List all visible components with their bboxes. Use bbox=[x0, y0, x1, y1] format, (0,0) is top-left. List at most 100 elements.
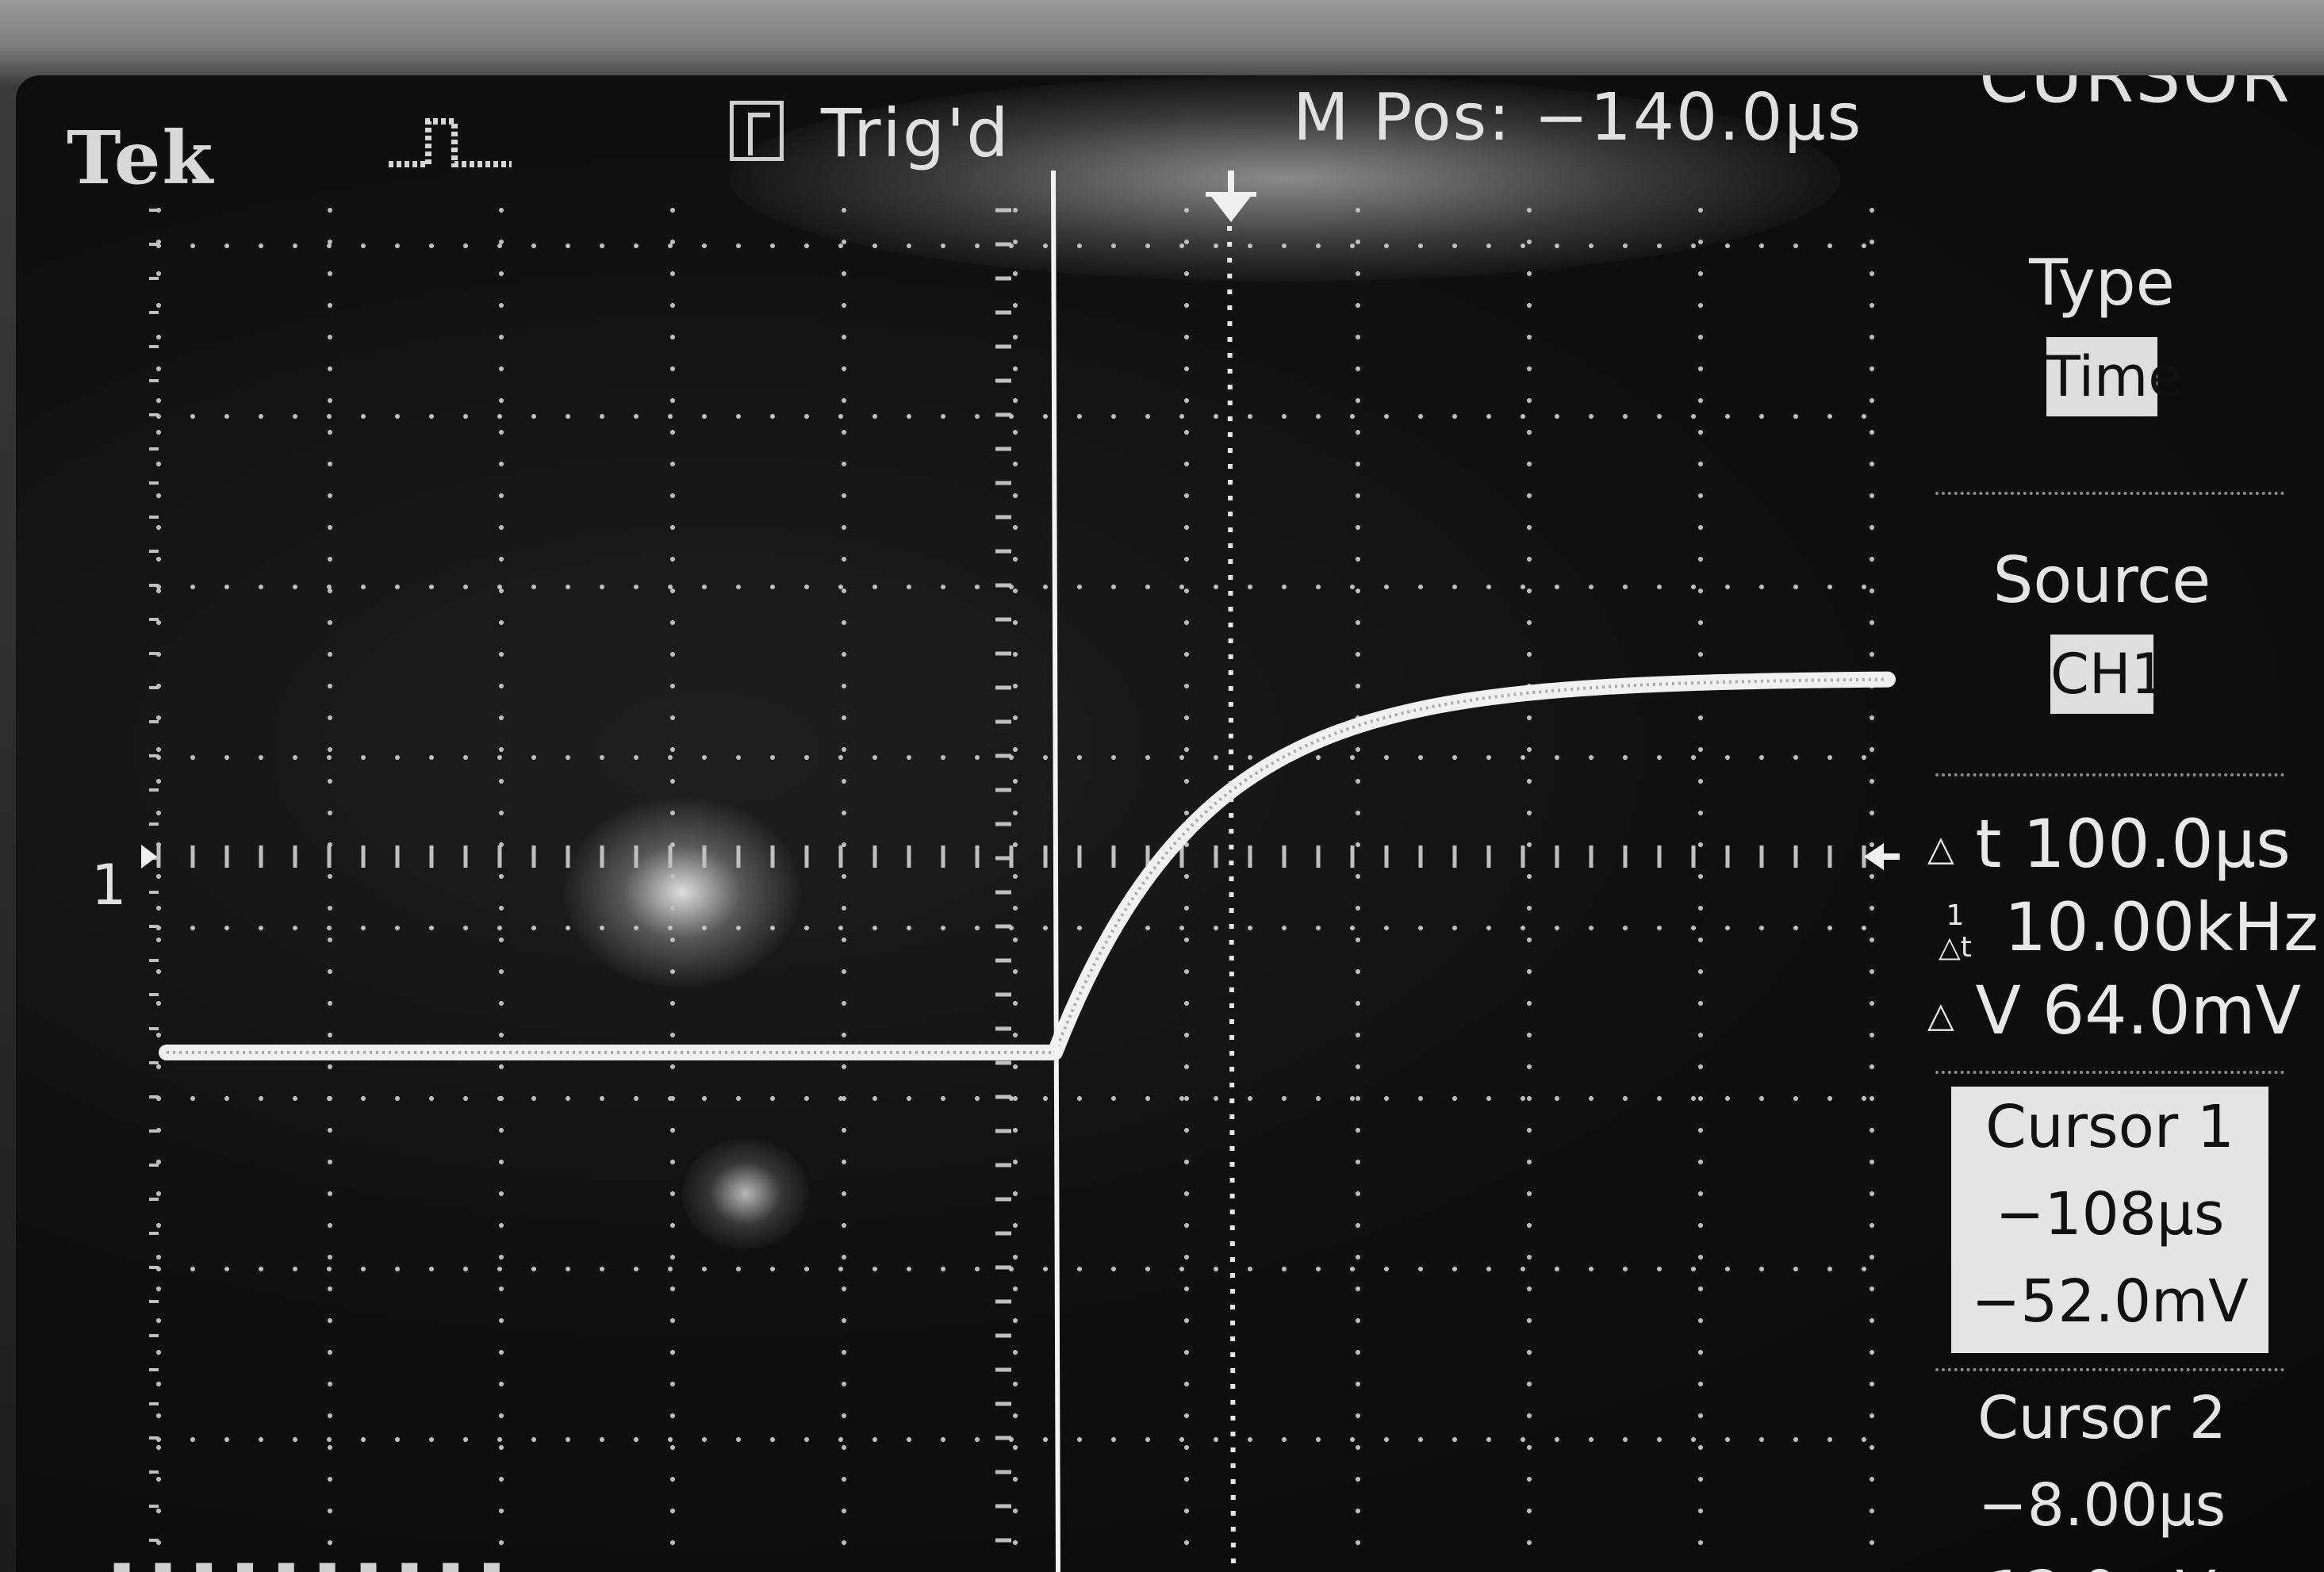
graticule-dot bbox=[842, 1477, 846, 1482]
graticule-dot bbox=[566, 926, 570, 930]
source-value-button[interactable]: CH1 bbox=[2050, 635, 2166, 714]
graticule-dot bbox=[1013, 208, 1018, 213]
graticule-dot bbox=[842, 937, 846, 942]
graticule-dot bbox=[1356, 335, 1360, 339]
graticule-dot bbox=[842, 1160, 846, 1164]
graticule-dot bbox=[600, 414, 604, 419]
graticule-dot bbox=[1184, 747, 1189, 752]
graticule-dot bbox=[770, 585, 775, 589]
graticule-dot bbox=[259, 1096, 263, 1101]
graticule-dot bbox=[1486, 1096, 1491, 1101]
graticule-dot bbox=[1013, 303, 1018, 308]
graticule-dot bbox=[1013, 1064, 1018, 1069]
graticule-dot bbox=[702, 243, 707, 248]
graticule-dot bbox=[156, 1064, 161, 1069]
graticule-dot bbox=[1870, 1509, 1874, 1513]
graticule-dot bbox=[670, 240, 675, 244]
graticule-dot bbox=[670, 366, 675, 371]
graticule-dot bbox=[842, 430, 846, 435]
cursor-2-label[interactable]: Cursor 2 bbox=[1904, 1384, 2300, 1452]
graticule-dot bbox=[1356, 1445, 1360, 1450]
graticule-dot bbox=[1350, 1096, 1355, 1101]
channel1-ground-marker-icon bbox=[141, 845, 157, 868]
graticule-dot bbox=[1282, 926, 1287, 930]
graticule-dot bbox=[156, 430, 161, 435]
graticule-dot bbox=[499, 1128, 504, 1133]
graticule-dot bbox=[1356, 1128, 1360, 1133]
graticule-dot bbox=[224, 243, 229, 248]
graticule-dot bbox=[1827, 1267, 1832, 1271]
graticule-dot bbox=[328, 303, 332, 308]
type-value-button[interactable]: Time bbox=[2046, 337, 2182, 416]
graticule-dot bbox=[842, 1128, 846, 1133]
graticule-dot bbox=[842, 1540, 846, 1545]
graticule-dot bbox=[670, 1128, 675, 1133]
graticule-dot bbox=[1759, 243, 1764, 248]
graticule-dot bbox=[670, 493, 675, 498]
graticule-dot bbox=[1077, 1267, 1082, 1271]
graticule-dot bbox=[1486, 755, 1491, 760]
cursor-1-menu-button[interactable]: Cursor 1 −108µs −52.0mV bbox=[1951, 1087, 2268, 1353]
graticule-dot bbox=[1698, 1477, 1703, 1482]
graticule-dot bbox=[1698, 1413, 1703, 1418]
graticule-dot bbox=[670, 906, 675, 911]
graticule-dot bbox=[1043, 1267, 1048, 1271]
cursor-1-line[interactable] bbox=[1051, 170, 1060, 1572]
graticule-dot bbox=[499, 557, 504, 562]
graticule-dot bbox=[1589, 585, 1593, 589]
graticule-dot bbox=[1384, 926, 1389, 930]
graticule-dot bbox=[1248, 755, 1252, 760]
graticule-dot bbox=[1623, 1096, 1628, 1101]
graticule-dot bbox=[1145, 414, 1150, 419]
graticule-dot bbox=[842, 1318, 846, 1323]
graticule-dot bbox=[804, 1096, 809, 1101]
graticule-dot bbox=[804, 1437, 809, 1442]
graticule-dot bbox=[941, 243, 945, 248]
graticule-dot bbox=[156, 1509, 161, 1513]
graticule-dot bbox=[872, 755, 877, 760]
graticule-dot bbox=[1486, 1437, 1491, 1442]
graticule-dot bbox=[1725, 243, 1730, 248]
graticule-dot bbox=[1418, 1096, 1423, 1101]
graticule-dot bbox=[941, 414, 945, 419]
graticule-dot bbox=[1870, 1223, 1874, 1228]
graticule-dot bbox=[1111, 243, 1116, 248]
graticule-dot bbox=[499, 1033, 504, 1037]
graticule-dot bbox=[1870, 1286, 1874, 1291]
graticule-dot bbox=[1698, 493, 1703, 498]
graticule-dot bbox=[634, 926, 639, 930]
graticule-dot bbox=[1214, 1437, 1218, 1442]
cursor-2-line[interactable] bbox=[1227, 194, 1236, 1572]
graticule-dot bbox=[463, 414, 468, 419]
graticule-dot bbox=[1077, 755, 1082, 760]
graticule-dot bbox=[531, 1096, 536, 1101]
graticule-dot bbox=[328, 1255, 332, 1260]
graticule-dot bbox=[1623, 755, 1628, 760]
graticule-dot bbox=[566, 755, 570, 760]
graticule-dot bbox=[328, 620, 332, 625]
graticule-dot bbox=[1527, 779, 1532, 784]
graticule-dot bbox=[600, 1267, 604, 1271]
graticule-dot bbox=[1657, 755, 1662, 760]
graticule-dot bbox=[1870, 1350, 1874, 1355]
graticule-dot bbox=[838, 755, 843, 760]
graticule-dot bbox=[1870, 430, 1874, 435]
graticule-dot bbox=[1356, 1286, 1360, 1291]
graticule-dot bbox=[1698, 1001, 1703, 1006]
graticule-dot bbox=[838, 585, 843, 589]
graticule-dot bbox=[1486, 414, 1491, 419]
graticule-dot bbox=[1623, 414, 1628, 419]
graticule-dot bbox=[1452, 1096, 1457, 1101]
graticule-dot bbox=[156, 1286, 161, 1291]
graticule-dot bbox=[600, 1437, 604, 1442]
graticule-dot bbox=[670, 1001, 675, 1006]
graticule-dot bbox=[842, 1033, 846, 1037]
graticule-dot bbox=[872, 1437, 877, 1442]
graticule-dot bbox=[1013, 874, 1018, 879]
graticule-dot bbox=[1452, 243, 1457, 248]
graticule-dot bbox=[1179, 755, 1184, 760]
graticule-dot bbox=[842, 303, 846, 308]
graticule-dot bbox=[842, 874, 846, 879]
graticule-dot bbox=[1316, 1096, 1321, 1101]
graticule-dot bbox=[1521, 414, 1525, 419]
